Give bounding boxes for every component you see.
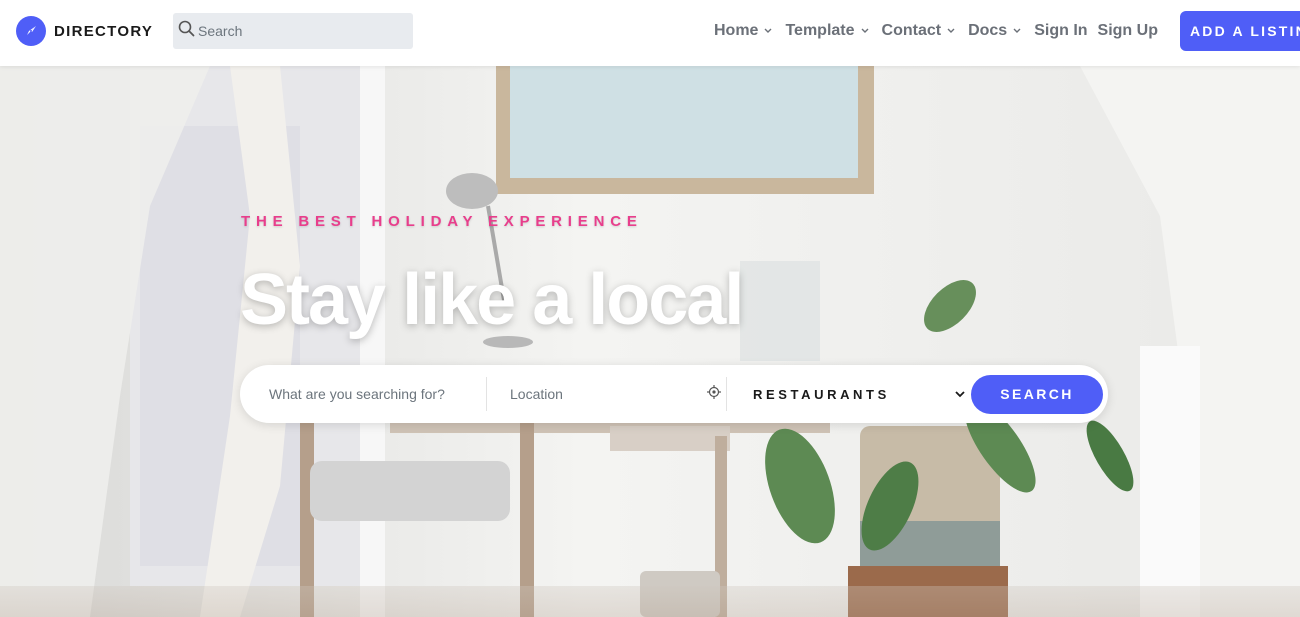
search-icon <box>178 20 195 42</box>
compass-icon <box>16 16 46 46</box>
field-divider <box>486 377 487 411</box>
category-value: RESTAURANTS <box>753 386 890 402</box>
main-nav: Home Template Contact Docs Sign In Sign … <box>714 22 1168 40</box>
chevron-down-icon <box>947 28 955 33</box>
field-divider <box>726 377 727 411</box>
brand-name: DIRECTORY <box>54 22 154 40</box>
crosshair-icon[interactable] <box>707 385 721 404</box>
nav-home-label: Home <box>714 22 759 39</box>
nav-sign-up-label: Sign Up <box>1097 22 1158 39</box>
category-select[interactable]: RESTAURANTS <box>753 377 965 411</box>
nav-template[interactable]: Template <box>785 22 869 40</box>
nav-home[interactable]: Home <box>714 22 772 40</box>
nav-contact-label: Contact <box>881 22 942 39</box>
location-field[interactable] <box>510 377 725 411</box>
nav-contact[interactable]: Contact <box>882 22 956 40</box>
search-button[interactable]: SEARCH <box>971 375 1103 414</box>
chevron-down-icon <box>861 28 869 33</box>
nav-sign-in[interactable]: Sign In <box>1034 22 1087 40</box>
location-input[interactable] <box>510 386 700 402</box>
what-input[interactable] <box>269 386 479 402</box>
brand[interactable]: DIRECTORY <box>16 16 153 46</box>
add-listing-button[interactable]: ADD A LISTING <box>1180 11 1300 51</box>
what-field[interactable] <box>269 377 487 411</box>
nav-sign-in-label: Sign In <box>1034 22 1088 39</box>
header-search-input[interactable] <box>198 23 398 39</box>
nav-docs-label: Docs <box>968 22 1008 39</box>
header-search[interactable] <box>173 13 413 49</box>
hero-search-bar: RESTAURANTS SEARCH <box>240 365 1108 423</box>
nav-docs[interactable]: Docs <box>968 22 1021 40</box>
chevron-down-icon <box>764 28 772 33</box>
chevron-down-icon <box>1013 28 1021 33</box>
nav-sign-up[interactable]: Sign Up <box>1098 22 1158 40</box>
nav-template-label: Template <box>785 22 855 39</box>
hero-kicker: THE BEST HOLIDAY EXPERIENCE <box>241 213 643 230</box>
chevron-down-icon <box>955 390 965 397</box>
hero-background-image <box>0 66 1300 617</box>
hero-section: THE BEST HOLIDAY EXPERIENCE Stay like a … <box>0 66 1300 617</box>
navbar: DIRECTORY Home Template Contact Docs <box>0 0 1300 66</box>
hero-headline: Stay like a local <box>240 260 744 340</box>
